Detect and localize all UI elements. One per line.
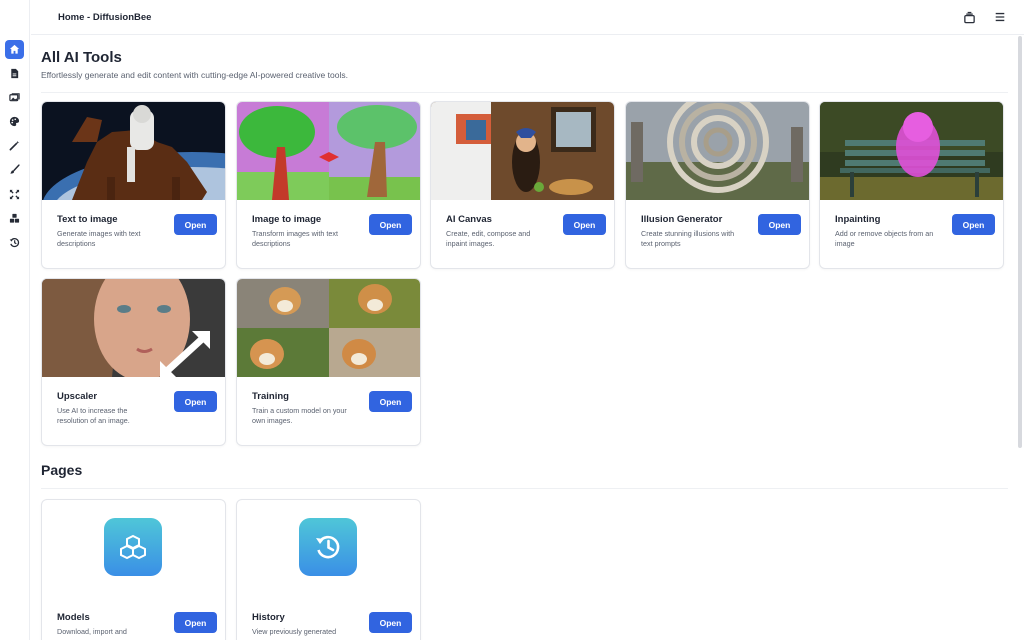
tool-card-upscaler: Upscaler Use AI to increase the resoluti… <box>41 278 226 446</box>
tool-card-inpainting: Inpainting Add or remove objects from an… <box>819 101 1004 269</box>
open-inpainting-button[interactable]: Open <box>952 214 995 235</box>
stack-icon <box>963 11 975 23</box>
page-description: Download, import and <box>57 627 127 636</box>
section-title-pages: Pages <box>41 462 83 478</box>
section-title-tools: All AI Tools <box>41 49 122 66</box>
cubes-icon <box>120 534 146 560</box>
divider <box>41 92 1008 93</box>
expand-icon <box>9 189 20 200</box>
page-description: View previously generated <box>252 627 337 636</box>
open-image-to-image-button[interactable]: Open <box>369 214 412 235</box>
tool-description: Transform images with text descriptions <box>252 229 339 248</box>
open-text-to-image-button[interactable]: Open <box>174 214 217 235</box>
thumbnail-bench-dog <box>820 102 1003 200</box>
tool-name: AI Canvas <box>446 214 492 225</box>
sidebar-item-history[interactable] <box>5 233 24 252</box>
page-name: Models <box>57 612 90 623</box>
history-icon <box>9 238 20 248</box>
thumbnail-astronaut-horse <box>42 102 225 200</box>
thumbnail-tree-transform <box>237 102 420 200</box>
tool-card-training: Training Train a custom model on your ow… <box>236 278 421 446</box>
sidebar-item-brush[interactable] <box>5 160 24 179</box>
divider <box>41 488 1008 489</box>
tool-name: Inpainting <box>835 214 881 225</box>
home-icon <box>9 44 20 54</box>
magic-wand-icon <box>9 140 20 151</box>
open-models-button[interactable]: Open <box>174 612 217 633</box>
history-icon <box>316 535 340 559</box>
page-card-models: Models Download, import and Open <box>41 499 226 640</box>
sidebar <box>0 0 30 640</box>
thumbnail-corgis <box>237 279 420 377</box>
tool-description: Use AI to increase the resolution of an … <box>57 406 130 425</box>
open-illusion-generator-button[interactable]: Open <box>758 214 801 235</box>
document-icon <box>11 68 19 79</box>
tool-name: Illusion Generator <box>641 214 723 225</box>
page-name: History <box>252 612 285 623</box>
thumbnail-face-upscale <box>42 279 225 377</box>
tool-description: Add or remove objects from an image <box>835 229 934 248</box>
window-title: Home - DiffusionBee <box>58 12 152 23</box>
tool-description: Generate images with text descriptions <box>57 229 141 248</box>
top-bar: Home - DiffusionBee <box>31 0 1024 35</box>
page-card-history: History View previously generated Open <box>236 499 421 640</box>
sidebar-item-home[interactable] <box>5 40 24 59</box>
sidebar-item-images[interactable] <box>5 88 24 107</box>
tool-name: Text to image <box>57 214 118 225</box>
history-tile <box>299 518 357 576</box>
menu-icon <box>995 12 1005 22</box>
sidebar-item-magic-wand[interactable] <box>5 136 24 155</box>
tool-card-text-to-image: Text to image Generate images with text … <box>41 101 226 269</box>
sidebar-item-palette[interactable] <box>5 112 24 131</box>
tool-description: Create stunning illusions with text prom… <box>641 229 735 248</box>
sidebar-item-expand[interactable] <box>5 185 24 204</box>
sidebar-item-document[interactable] <box>5 64 24 83</box>
tool-name: Image to image <box>252 214 322 225</box>
palette-icon <box>9 116 20 127</box>
open-ai-canvas-button[interactable]: Open <box>563 214 606 235</box>
menu-button[interactable] <box>993 10 1007 24</box>
sidebar-item-models[interactable] <box>5 209 24 228</box>
section-subtitle: Effortlessly generate and edit content w… <box>41 70 348 80</box>
open-training-button[interactable]: Open <box>369 391 412 412</box>
images-icon <box>9 93 20 102</box>
thumbnail-canvas-room <box>431 102 614 200</box>
open-upscaler-button[interactable]: Open <box>174 391 217 412</box>
tool-card-ai-canvas: AI Canvas Create, edit, compose and inpa… <box>430 101 615 269</box>
open-history-button[interactable]: Open <box>369 612 412 633</box>
cubes-icon <box>9 213 20 223</box>
tool-card-image-to-image: Image to image Transform images with tex… <box>236 101 421 269</box>
tool-name: Upscaler <box>57 391 98 402</box>
brush-icon <box>10 164 20 174</box>
tool-description: Train a custom model on your own images. <box>252 406 347 425</box>
models-tile <box>104 518 162 576</box>
tool-name: Training <box>252 391 289 402</box>
thumbnail-spiral-castle <box>626 102 809 200</box>
stack-button[interactable] <box>962 10 976 24</box>
main-content: All AI Tools Effortlessly generate and e… <box>31 36 1024 640</box>
tool-description: Create, edit, compose and inpaint images… <box>446 229 531 248</box>
tool-card-illusion-generator: Illusion Generator Create stunning illus… <box>625 101 810 269</box>
